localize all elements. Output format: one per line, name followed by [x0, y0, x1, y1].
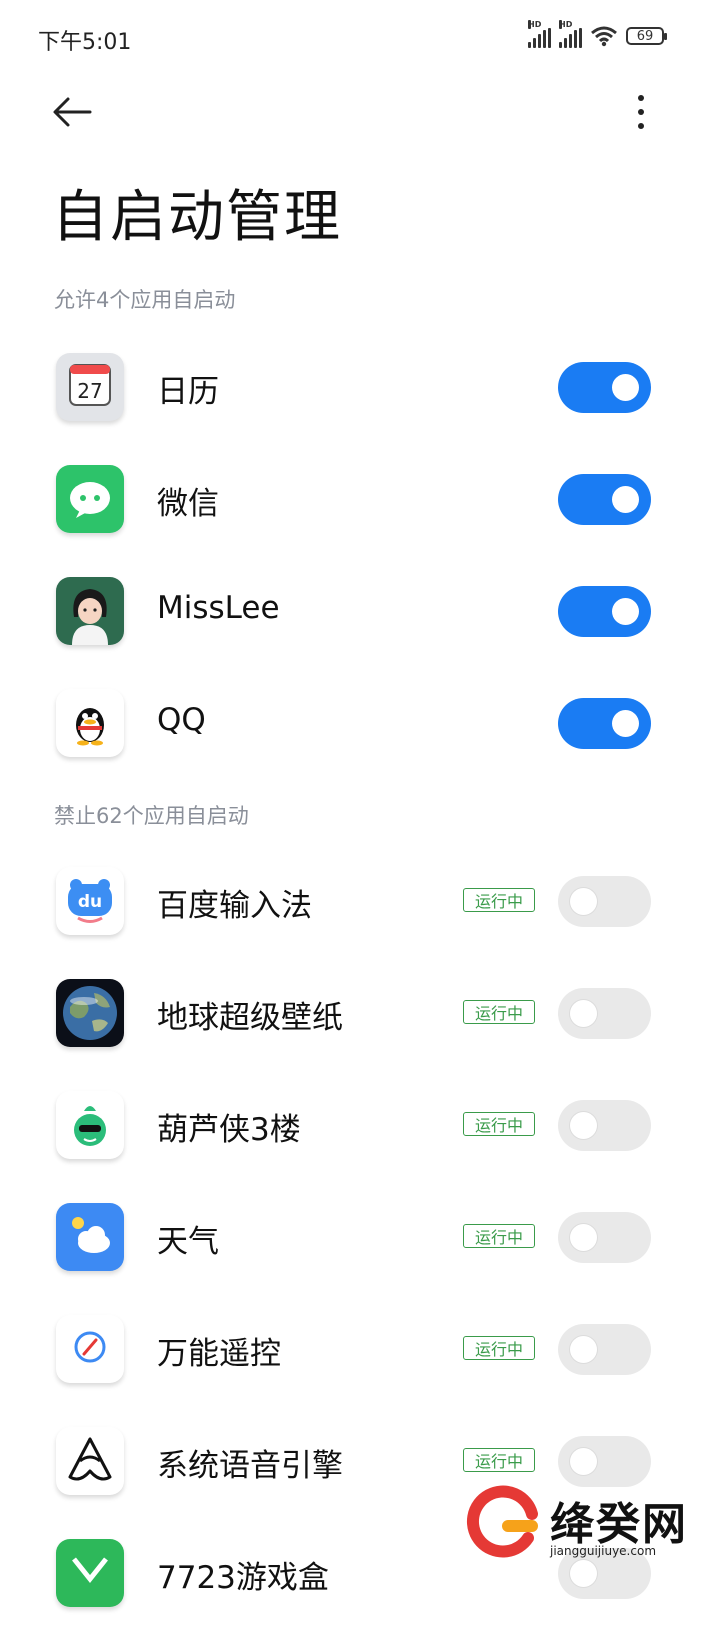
- status-time: 下午5:01: [38, 30, 132, 55]
- earth-wallpaper-icon: [56, 979, 124, 1047]
- autostart-toggle-calendar[interactable]: [558, 362, 651, 413]
- more-vertical-icon: [638, 95, 644, 101]
- app-name: 微信: [157, 486, 219, 522]
- app-name: 百度输入法: [157, 888, 312, 924]
- app-row-wechat[interactable]: 微信: [0, 444, 720, 556]
- running-badge: 运行中: [463, 1112, 535, 1136]
- running-badge: 运行中: [463, 888, 535, 912]
- app-row-baidu-input[interactable]: du 百度输入法 运行中: [0, 846, 720, 958]
- app-name: 7723游戏盒: [157, 1560, 329, 1596]
- autostart-toggle-remote-control[interactable]: [558, 1324, 651, 1375]
- watermark-url: jiangguijiuye.com: [550, 1544, 657, 1558]
- autostart-toggle-weather[interactable]: [558, 1212, 651, 1263]
- misslee-icon: [56, 577, 124, 645]
- qq-icon: [56, 689, 124, 757]
- app-name: 系统语音引擎: [157, 1448, 343, 1484]
- calendar-day: 27: [77, 379, 102, 403]
- status-icons: HD HD 69: [528, 20, 667, 48]
- baidu-du-text: du: [78, 892, 102, 912]
- autostart-toggle-qq[interactable]: [558, 698, 651, 749]
- allowed-section-header: 允许4个应用自启动: [54, 288, 236, 312]
- watermark-brand: 绛癸网: [550, 1499, 688, 1550]
- app-row-earth-wallpaper[interactable]: 地球超级壁纸 运行中: [0, 958, 720, 1070]
- autostart-toggle-earth-wallpaper[interactable]: [558, 988, 651, 1039]
- running-badge: 运行中: [463, 1224, 535, 1248]
- app-row-calendar[interactable]: 27 日历: [0, 332, 720, 444]
- autostart-toggle-wechat[interactable]: [558, 474, 651, 525]
- hd-label: HD: [528, 20, 542, 29]
- autostart-toggle-huluxia[interactable]: [558, 1100, 651, 1151]
- app-name: MissLee: [157, 590, 280, 626]
- app-name: 日历: [157, 374, 219, 410]
- voice-engine-icon: [56, 1427, 124, 1495]
- app-name: QQ: [157, 702, 206, 738]
- status-bar: 下午5:01 HD HD 69: [0, 0, 720, 76]
- blocked-section-header: 禁止62个应用自启动: [54, 804, 249, 828]
- app-row-qq[interactable]: QQ: [0, 668, 720, 780]
- app-name: 地球超级壁纸: [157, 1000, 343, 1036]
- hd-label: HD: [559, 20, 573, 29]
- running-badge: 运行中: [463, 1336, 535, 1360]
- app-row-misslee[interactable]: MissLee: [0, 556, 720, 668]
- calendar-icon: 27: [56, 353, 124, 421]
- signal-icon: HD: [528, 20, 551, 48]
- running-badge: 运行中: [463, 1448, 535, 1472]
- battery-indicator: 69: [626, 27, 667, 45]
- autostart-toggle-misslee[interactable]: [558, 586, 651, 637]
- app-row-weather[interactable]: 天气 运行中: [0, 1182, 720, 1294]
- weather-icon: [56, 1203, 124, 1271]
- more-menu-button[interactable]: [626, 92, 656, 132]
- app-row-huluxia[interactable]: 葫芦侠3楼 运行中: [0, 1070, 720, 1182]
- back-button[interactable]: [50, 92, 96, 132]
- watermark-logo-icon: [466, 1485, 538, 1558]
- wechat-icon: [56, 465, 124, 533]
- app-name: 天气: [157, 1224, 219, 1260]
- running-badge: 运行中: [463, 1000, 535, 1024]
- baidu-input-icon: du: [56, 867, 124, 935]
- huluxia-icon: [56, 1091, 124, 1159]
- signal-icon: HD: [559, 20, 582, 48]
- page-title: 自启动管理: [52, 185, 342, 250]
- wifi-icon: [591, 26, 617, 47]
- autostart-toggle-voice-engine[interactable]: [558, 1436, 651, 1487]
- game-box-icon: [56, 1539, 124, 1607]
- autostart-toggle-baidu-input[interactable]: [558, 876, 651, 927]
- watermark: 绛癸网 jiangguijiuye.com: [466, 1484, 706, 1584]
- app-name: 万能遥控: [157, 1336, 281, 1372]
- app-name: 葫芦侠3楼: [157, 1112, 301, 1148]
- remote-control-icon: [56, 1315, 124, 1383]
- back-arrow-icon: [53, 97, 92, 127]
- app-row-remote-control[interactable]: 万能遥控 运行中: [0, 1294, 720, 1406]
